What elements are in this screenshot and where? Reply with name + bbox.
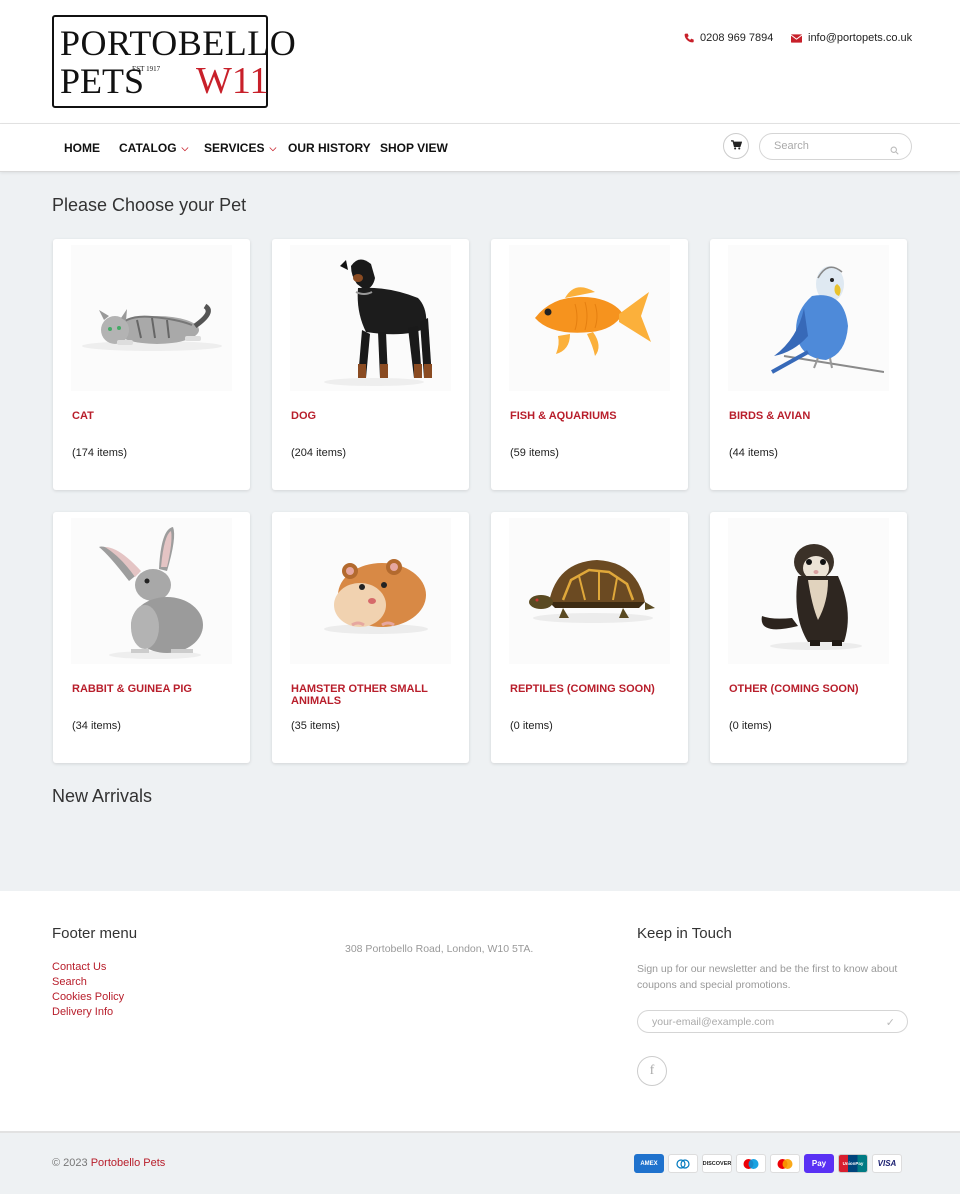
logo-line1: PORTOBELLO (60, 23, 297, 63)
cart-icon (730, 137, 742, 155)
phone-number: 0208 969 7894 (700, 32, 774, 44)
email-contact[interactable]: info@portopets.co.uk (791, 32, 912, 44)
category-count: (34 items) (72, 720, 121, 732)
nav-services-label: SERVICES (204, 141, 265, 155)
category-count: (0 items) (510, 720, 553, 732)
email-address: info@portopets.co.uk (808, 32, 913, 44)
nav-our-history[interactable]: OUR HISTORY (288, 141, 371, 155)
category-card-rabbit[interactable]: RABBIT & GUINEA PIG (34 items) (53, 512, 250, 763)
rabbit-image[interactable] (71, 518, 232, 664)
site-logo[interactable]: PORTOBELLO PETS EST 1917 W11 (52, 15, 296, 108)
shop-pay-icon: Pay (804, 1154, 834, 1173)
category-title[interactable]: FISH & AQUARIUMS (510, 410, 670, 422)
newsletter-form: ✓ (637, 1010, 908, 1033)
goldfish-image[interactable] (509, 245, 670, 391)
footer-link-search[interactable]: Search (52, 975, 124, 990)
category-card-hamster[interactable]: HAMSTER OTHER SMALL ANIMALS (35 items) (272, 512, 469, 763)
newsletter-email-input[interactable] (652, 1016, 872, 1028)
site-header: PORTOBELLO PETS EST 1917 W11 0208 969 78… (0, 0, 960, 124)
search-box (759, 133, 912, 160)
new-arrivals-heading: New Arrivals (52, 786, 153, 806)
category-card-birds[interactable]: BIRDS & AVIAN (44 items) (710, 239, 907, 490)
nav-home-label: HOME (64, 141, 100, 155)
site-footer: Footer menu Contact Us Search Cookies Po… (0, 891, 960, 1131)
copyright: © 2023 Portobello Pets (52, 1157, 165, 1169)
search-icon[interactable] (890, 142, 899, 160)
newsletter-text: Sign up for our newsletter and be the fi… (637, 963, 898, 991)
footer-link-contact-us[interactable]: Contact Us (52, 960, 124, 975)
nav-history-label: OUR HISTORY (288, 141, 371, 155)
footer-link-cookies-policy[interactable]: Cookies Policy (52, 990, 124, 1005)
copyright-year: © 2023 (52, 1157, 88, 1169)
maestro-icon (736, 1154, 766, 1173)
category-count: (0 items) (729, 720, 772, 732)
budgie-image[interactable] (728, 245, 889, 391)
chevron-down-icon: ⌵ (269, 142, 277, 153)
category-title[interactable]: HAMSTER OTHER SMALL ANIMALS (291, 683, 451, 707)
dog-image[interactable] (290, 245, 451, 391)
cart-button[interactable] (723, 133, 749, 159)
hamster-image[interactable] (290, 518, 451, 664)
ferret-image[interactable] (728, 518, 889, 664)
category-title[interactable]: DOG (291, 410, 451, 422)
copyright-brand-link[interactable]: Portobello Pets (91, 1157, 166, 1169)
footer-menu: Contact Us Search Cookies Policy Deliver… (52, 960, 124, 1020)
category-title[interactable]: RABBIT & GUINEA PIG (72, 683, 232, 695)
category-title[interactable]: REPTILES (COMING SOON) (510, 683, 670, 695)
search-input[interactable] (774, 140, 884, 152)
category-count: (44 items) (729, 447, 778, 459)
envelope-icon (791, 33, 802, 43)
category-card-reptiles[interactable]: REPTILES (COMING SOON) (0 items) (491, 512, 688, 763)
logo-est: EST 1917 (132, 65, 161, 73)
amex-icon: AMEX (634, 1154, 664, 1173)
logo-tag: W11 (196, 60, 269, 102)
category-count: (204 items) (291, 447, 347, 459)
payment-icons: AMEX DISCOVER Pay UnionPay VISA (634, 1154, 902, 1173)
nav-catalog-label: CATALOG (119, 141, 177, 155)
nav-catalog[interactable]: CATALOG ⌵ (119, 141, 188, 155)
category-title[interactable]: OTHER (COMING SOON) (729, 683, 889, 695)
main-nav: HOME CATALOG ⌵ SERVICES ⌵ OUR HISTORY SHOP… (0, 124, 960, 172)
footer-menu-heading: Footer menu (52, 925, 138, 942)
category-count: (59 items) (510, 447, 559, 459)
nav-shop-view[interactable]: SHOP VIEW (380, 141, 448, 155)
chevron-down-icon: ⌵ (181, 142, 189, 153)
discover-icon: DISCOVER (702, 1154, 732, 1173)
category-card-dog[interactable]: DOG (204 items) (272, 239, 469, 490)
phone-icon (684, 33, 694, 43)
category-card-other[interactable]: OTHER (COMING SOON) (0 items) (710, 512, 907, 763)
keep-in-touch-heading: Keep in Touch (637, 925, 732, 942)
store-address: 308 Portobello Road, London, W10 5TA. (345, 943, 534, 955)
visa-icon: VISA (872, 1154, 902, 1173)
cat-image[interactable] (71, 245, 232, 391)
footer-link-delivery-info[interactable]: Delivery Info (52, 1005, 124, 1020)
category-count: (35 items) (291, 720, 340, 732)
nav-home[interactable]: HOME (64, 141, 100, 155)
category-title[interactable]: BIRDS & AVIAN (729, 410, 889, 422)
unionpay-icon: UnionPay (838, 1154, 868, 1173)
diners-club-icon (668, 1154, 698, 1173)
category-card-fish[interactable]: FISH & AQUARIUMS (59 items) (491, 239, 688, 490)
submit-check-icon[interactable]: ✓ (886, 1016, 895, 1029)
phone-contact[interactable]: 0208 969 7894 (684, 32, 773, 44)
footer-bottom-bar: © 2023 Portobello Pets AMEX DISCOVER Pay… (0, 1131, 960, 1194)
facebook-icon[interactable]: f (637, 1056, 667, 1086)
nav-services[interactable]: SERVICES ⌵ (204, 141, 276, 155)
category-count: (174 items) (72, 447, 128, 459)
page-title: Please Choose your Pet (52, 195, 247, 215)
nav-shop-view-label: SHOP VIEW (380, 141, 448, 155)
tortoise-image[interactable] (509, 518, 670, 664)
mastercard-icon (770, 1154, 800, 1173)
category-title[interactable]: CAT (72, 410, 232, 422)
category-card-cat[interactable]: CAT (174 items) (53, 239, 250, 490)
